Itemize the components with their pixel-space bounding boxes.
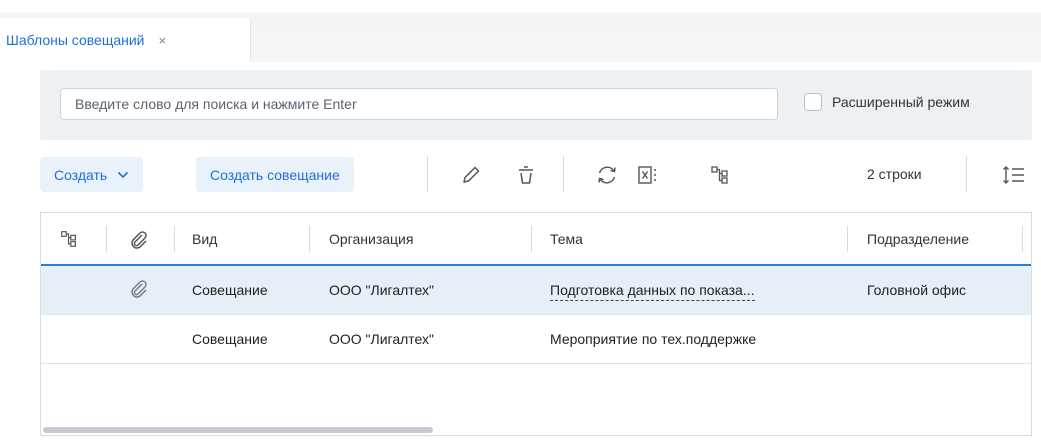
close-icon[interactable]: × [159,33,167,48]
row-height-icon[interactable] [1001,162,1027,188]
attachment-column-icon[interactable] [127,228,149,253]
hierarchy-tree-icon[interactable] [707,162,733,188]
toolbar-divider [427,156,428,192]
cell-topic: Мероприятие по тех.поддержке [550,331,757,347]
refresh-icon[interactable] [594,162,620,188]
table-row[interactable]: Совещание ООО "Лигалтех" Подготовка данн… [41,266,1031,315]
cell-organization: ООО "Лигалтех" [329,282,434,298]
tab-title[interactable]: Шаблоны совещаний [6,32,145,48]
create-meeting-label: Создать совещание [210,166,340,183]
column-header-vid[interactable]: Вид [192,231,217,247]
column-divider[interactable] [847,226,848,252]
advanced-mode-checkbox[interactable] [804,93,822,111]
cell-department: Головной офис [867,282,967,298]
create-label: Создать [54,166,108,183]
column-header-organization[interactable]: Организация [329,231,413,247]
column-divider[interactable] [531,226,532,252]
toolbar-divider [563,156,564,192]
column-header-topic[interactable]: Тема [550,231,583,247]
table-row[interactable]: Совещание ООО "Лигалтех" Мероприятие по … [41,315,1031,364]
meetings-table: Вид Организация Тема Подразделение Совещ… [40,212,1032,436]
column-divider[interactable] [1022,226,1023,252]
cell-vid: Совещание [192,331,268,347]
advanced-mode-label: Расширенный режим [832,94,970,110]
edit-pencil-icon[interactable] [458,162,484,188]
toolbar-divider [966,156,967,192]
column-divider[interactable] [309,226,310,252]
delete-trash-icon[interactable] [513,162,539,188]
column-header-department[interactable]: Подразделение [867,231,969,247]
tab-meeting-templates[interactable]: Шаблоны совещаний × [0,18,251,62]
horizontal-scrollbar[interactable] [43,427,433,433]
cell-topic-link[interactable]: Подготовка данных по показа... [550,282,755,301]
search-panel: Расширенный режим [40,70,1032,140]
create-meeting-button[interactable]: Создать совещание [196,157,354,192]
attachment-icon[interactable] [127,277,149,302]
cell-vid: Совещание [192,282,268,298]
tab-bar: Шаблоны совещаний × [0,0,1041,62]
column-divider[interactable] [174,226,175,252]
create-dropdown-button[interactable]: Создать [40,157,144,192]
chevron-down-icon [118,171,129,178]
advanced-mode-toggle[interactable]: Расширенный режим [804,93,970,111]
excel-export-icon[interactable] [636,162,662,188]
rows-count: 2 строки [867,166,922,182]
column-divider[interactable] [106,226,107,252]
search-input[interactable] [60,88,778,120]
table-header: Вид Организация Тема Подразделение [41,213,1031,266]
cell-organization: ООО "Лигалтех" [329,331,434,347]
hierarchy-column-icon[interactable] [59,229,79,252]
